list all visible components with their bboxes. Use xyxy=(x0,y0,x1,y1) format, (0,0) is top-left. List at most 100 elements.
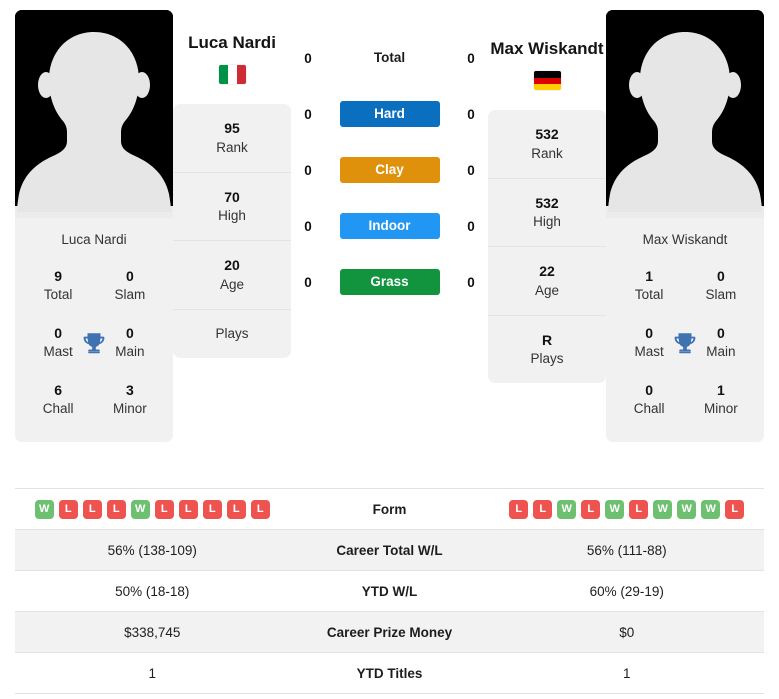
avatar-silhouette-icon xyxy=(15,10,173,218)
form-badge-win: W xyxy=(130,499,150,519)
left-total-value: 9 xyxy=(54,268,63,284)
form-badge-loss: L xyxy=(250,499,270,519)
right-challenger-titles: 0 Chall xyxy=(616,375,682,424)
right-slam-value: 0 xyxy=(716,268,725,284)
form-badge-loss: L xyxy=(82,499,102,519)
right-score-total: 0 xyxy=(467,50,475,66)
right-player-identity: Max Wiskandt 532 Rank 532 High 22 Age R … xyxy=(488,10,606,384)
right-titles-row-2: 0 Mast 0 Main xyxy=(606,314,764,371)
right-minor-titles: 1 Minor xyxy=(688,375,754,424)
table-row-ytd-titles: 1 YTD Titles 1 xyxy=(15,653,764,694)
left-score-indoor: 0 xyxy=(304,218,312,234)
left-minor-value: 3 xyxy=(125,382,134,399)
right-ytd-titles: 1 xyxy=(622,665,631,681)
form-badge-win: W xyxy=(605,499,625,519)
surface-label-indoor[interactable]: Indoor xyxy=(339,213,440,239)
right-high-row: 532 High xyxy=(488,179,606,248)
surface-row-clay: 0 Clay 0 xyxy=(291,142,488,198)
right-total-value: 1 xyxy=(645,268,654,284)
left-score-hard: 0 xyxy=(304,106,312,122)
form-badge-loss: L xyxy=(202,499,222,519)
right-rank-row: 532 Rank xyxy=(488,110,606,179)
left-rank-value: 95 xyxy=(224,120,240,137)
left-rank-box: 95 Rank 70 High 20 Age Plays xyxy=(173,104,291,358)
right-player-photo xyxy=(606,10,764,218)
surface-label-clay[interactable]: Clay xyxy=(339,157,440,183)
surface-row-total: 0 Total 0 xyxy=(291,30,488,86)
left-titles-row-2: 0 Mast 0 Main xyxy=(15,314,173,371)
left-score-grass: 0 xyxy=(304,274,312,290)
surface-label-grass[interactable]: Grass xyxy=(339,269,440,295)
italy-flag xyxy=(218,65,246,85)
surface-comparison: 0 Total 0 0 Hard 0 0 Clay 0 0 Indoor 0 0 xyxy=(291,10,488,310)
right-slam-titles: 0 Slam xyxy=(688,261,754,310)
form-badge-loss: L xyxy=(533,499,553,519)
left-player-identity: Luca Nardi 95 Rank 70 High 20 Age Plays xyxy=(173,10,291,358)
right-rank-box: 532 Rank 532 High 22 Age R Plays xyxy=(488,110,606,384)
right-chall-value: 0 xyxy=(645,382,654,399)
right-player-titles-box: Max Wiskandt 1 Total 0 Slam 0 Mast 0 Mai… xyxy=(606,218,764,443)
right-score-hard: 0 xyxy=(467,106,475,122)
left-player-name: Luca Nardi xyxy=(188,33,276,52)
right-form-badges: LLWLWLWWWL xyxy=(490,499,765,519)
right-high-label: High xyxy=(533,214,561,230)
right-rank-value: 532 xyxy=(535,126,559,143)
right-age-label: Age xyxy=(534,282,560,298)
left-score-total: 0 xyxy=(304,50,312,66)
right-total-titles: 1 Total xyxy=(616,261,682,310)
left-form-cell: WLLLWLLLLL xyxy=(15,499,290,519)
surface-row-grass: 0 Grass 0 xyxy=(291,254,488,310)
left-player-photo xyxy=(15,10,173,218)
right-age-row: 22 Age xyxy=(488,247,606,316)
right-slam-label: Slam xyxy=(705,286,737,302)
left-slam-label: Slam xyxy=(114,286,146,302)
left-form-badges: WLLLWLLLLL xyxy=(15,499,290,519)
right-player-name: Max Wiskandt xyxy=(490,39,604,58)
left-challenger-titles: 6 Chall xyxy=(25,375,91,424)
left-plays-label: Plays xyxy=(215,325,249,341)
right-high-value: 532 xyxy=(535,194,559,211)
left-total-label: Total xyxy=(43,286,73,302)
table-row-career-wl: 56% (138-109) Career Total W/L 56% (111-… xyxy=(15,530,764,571)
form-badge-win: W xyxy=(34,499,54,519)
avatar-silhouette-icon xyxy=(606,10,764,218)
left-high-row: 70 High xyxy=(173,173,291,242)
form-badge-loss: L xyxy=(178,499,198,519)
right-score-clay: 0 xyxy=(467,162,475,178)
form-badge-win: W xyxy=(701,499,721,519)
left-chall-value: 6 xyxy=(54,382,63,399)
right-plays-row: R Plays xyxy=(488,316,606,383)
comparison-header: Luca Nardi 9 Total 0 Slam 0 Mast 0 Main … xyxy=(0,0,779,482)
right-plays-value: R xyxy=(541,331,553,348)
right-titles-row-3: 0 Chall 1 Minor xyxy=(606,371,764,428)
form-badge-win: W xyxy=(677,499,697,519)
player-comparison-page: Luca Nardi 9 Total 0 Slam 0 Mast 0 Main … xyxy=(0,0,779,699)
right-minor-value: 1 xyxy=(716,382,725,399)
surface-label-hard[interactable]: Hard xyxy=(339,101,440,127)
surface-row-hard: 0 Hard 0 xyxy=(291,86,488,142)
form-badge-loss: L xyxy=(629,499,649,519)
form-badge-loss: L xyxy=(509,499,529,519)
row-label-ytd-wl: YTD W/L xyxy=(361,583,418,599)
germany-flag xyxy=(533,71,561,91)
right-total-label: Total xyxy=(634,286,664,302)
left-player-photo-caption: Luca Nardi xyxy=(61,232,127,247)
right-score-grass: 0 xyxy=(467,274,475,290)
left-titles-row-1: 9 Total 0 Slam xyxy=(15,257,173,314)
surface-label-total: Total xyxy=(373,50,406,65)
left-score-clay: 0 xyxy=(304,162,312,178)
left-prize-money: $338,745 xyxy=(124,624,181,640)
form-badge-win: W xyxy=(557,499,577,519)
form-badge-loss: L xyxy=(725,499,745,519)
left-player-titles-box: Luca Nardi 9 Total 0 Slam 0 Mast 0 Main … xyxy=(15,218,173,443)
form-badge-loss: L xyxy=(106,499,126,519)
right-prize-money: $0 xyxy=(619,624,635,640)
left-age-row: 20 Age xyxy=(173,241,291,310)
right-titles-row-1: 1 Total 0 Slam xyxy=(606,257,764,314)
surface-row-indoor: 0 Indoor 0 xyxy=(291,198,488,254)
right-player-photo-caption: Max Wiskandt xyxy=(642,232,728,247)
left-age-label: Age xyxy=(219,276,245,292)
right-form-cell: LLWLWLWWWL xyxy=(490,499,765,519)
trophy-icon xyxy=(83,332,105,353)
trophy-icon xyxy=(674,332,696,353)
